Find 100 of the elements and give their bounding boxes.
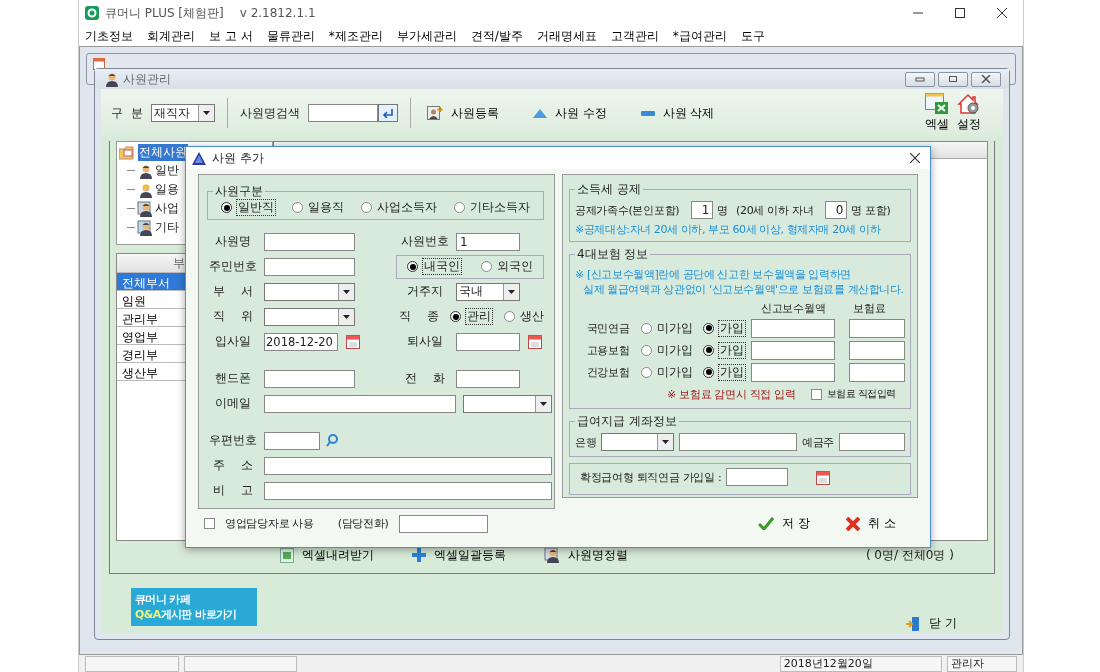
menu-item[interactable]: 견적/발주 [470, 27, 523, 45]
checkbox-label: 보험료 직접입력 [826, 387, 896, 401]
field-label: 예금주 [801, 434, 834, 450]
version-label: v 2.1812.1.1 [239, 6, 316, 20]
amount-field[interactable] [751, 318, 835, 338]
menu-item[interactable]: 회계관리 [147, 27, 195, 45]
radio-button[interactable]: 기타소득자 [453, 200, 530, 215]
search-icon[interactable] [326, 434, 338, 447]
calendar-icon[interactable] [346, 334, 360, 349]
radio-button[interactable]: 외국인 [481, 259, 533, 274]
menu-item[interactable]: 기초정보 [85, 27, 133, 45]
calendar-icon[interactable] [528, 334, 542, 349]
radio-button[interactable]: 사업소득자 [360, 200, 437, 215]
dropdown[interactable] [264, 307, 355, 326]
checkbox[interactable] [204, 518, 215, 529]
radio-button[interactable]: 생산 [504, 309, 544, 324]
radio-button[interactable]: 미가입 [641, 364, 693, 380]
radio-button[interactable]: 관리 [450, 309, 492, 324]
number-field[interactable]: 0 [825, 201, 848, 219]
info-note: ※ [신고보수월액]란에 공단에 신고한 보수월액을 입력하면 [575, 267, 852, 282]
radio-button[interactable]: 일용직 [292, 200, 345, 215]
window-title: 큐머니 PLUS [체험판] [105, 4, 224, 22]
section-title: 사원구분 [214, 183, 264, 200]
x-icon [846, 516, 861, 531]
zip-field[interactable] [264, 431, 320, 450]
menu-item[interactable]: *제조관리 [328, 27, 383, 45]
field-label: 비 고 [212, 483, 254, 498]
calendar-icon[interactable] [816, 469, 831, 485]
tree-item[interactable]: 일용 [155, 181, 179, 198]
refresh-button[interactable] [377, 104, 398, 122]
bank-dropdown[interactable] [601, 433, 674, 451]
tree-item[interactable]: 전체사원 [138, 144, 188, 161]
menu-item[interactable]: *급여관리 [672, 27, 727, 45]
dialog-title: 사원 추가 [212, 149, 264, 167]
close-icon [910, 153, 920, 163]
menu-item[interactable]: 물류관리 [266, 27, 315, 45]
toolbar-button[interactable]: 사원 삭제 [636, 102, 719, 124]
date-field[interactable] [726, 468, 789, 486]
maximize-icon [948, 75, 958, 83]
field-label: 고용보험 [585, 342, 631, 358]
checkbox[interactable] [810, 388, 822, 400]
amount-field[interactable] [849, 362, 905, 382]
radio-button[interactable]: 일반직 [221, 200, 276, 215]
date-field[interactable]: 2018-12-20 [264, 332, 338, 351]
dialog-button[interactable]: 취 소 [840, 513, 902, 534]
menu-item[interactable]: 도구 [740, 27, 765, 45]
toolbar-button[interactable]: 사원등록 [422, 102, 503, 124]
text-field[interactable] [264, 481, 552, 500]
number-field[interactable]: 1 [691, 201, 714, 219]
dropdown[interactable] [463, 394, 552, 413]
text-field[interactable] [264, 232, 355, 251]
phone-field[interactable] [398, 514, 488, 533]
text-field[interactable] [456, 369, 520, 388]
menu-item[interactable]: 보 고 서 [209, 27, 253, 45]
toolbar-button[interactable]: 엑셀 [925, 93, 949, 133]
date-field[interactable] [456, 332, 520, 351]
toolbar-button[interactable]: 사원 수정 [528, 102, 611, 124]
holder-field[interactable] [839, 433, 905, 451]
radio-button[interactable]: 내국인 [407, 259, 461, 274]
toolbar-button[interactable]: 설정 [957, 93, 981, 133]
amount-field[interactable] [849, 340, 905, 360]
gear-icon [957, 93, 981, 115]
status-cell: 2018년12월20일 [779, 655, 943, 672]
caret-icon [343, 289, 350, 294]
plus-icon [412, 548, 426, 562]
field-label: 입사일 [214, 334, 252, 349]
text-field[interactable] [264, 369, 355, 388]
category-dropdown[interactable]: 재직자 [150, 104, 215, 122]
radio-button[interactable]: 가입 [703, 364, 745, 380]
email-field[interactable] [264, 394, 456, 413]
field-label: 핸드폰 [214, 371, 252, 386]
account-field[interactable] [678, 433, 797, 451]
text-field[interactable] [264, 257, 355, 276]
section-title: 4대보험 정보 [576, 246, 650, 263]
amount-field[interactable] [751, 340, 835, 360]
radio-button[interactable]: 가입 [703, 320, 745, 336]
field-label: 사원명 [214, 234, 252, 249]
text-field[interactable] [264, 456, 552, 475]
action-button[interactable]: 엑셀일괄등록 [408, 544, 510, 566]
radio-button[interactable]: 미가입 [641, 320, 693, 336]
tree-item[interactable]: 기타 [155, 219, 179, 236]
dropdown[interactable] [264, 282, 355, 301]
radio-button[interactable]: 가입 [703, 342, 745, 358]
field-label: 퇴사일 [406, 334, 444, 349]
tree-item[interactable]: 일반 [155, 162, 179, 179]
menu-item[interactable]: 고객관리 [610, 27, 659, 45]
menu-item[interactable]: 거래명세표 [536, 27, 597, 45]
tree-item[interactable]: 사업 [155, 200, 179, 217]
dropdown[interactable]: 국내 [456, 282, 520, 301]
search-field[interactable] [307, 104, 378, 122]
close-button[interactable]: 닫 기 [899, 614, 963, 633]
amount-field[interactable] [849, 318, 905, 338]
radio-button[interactable]: 미가입 [641, 342, 693, 358]
maximize-button[interactable] [938, 71, 968, 87]
unit-label: 명 포함) [851, 202, 891, 218]
text-field[interactable]: 1 [456, 232, 520, 251]
dialog-button[interactable]: 저 장 [752, 513, 817, 534]
close-button[interactable] [971, 71, 1001, 87]
menu-item[interactable]: 부가세관리 [396, 27, 457, 45]
amount-field[interactable] [751, 362, 835, 382]
